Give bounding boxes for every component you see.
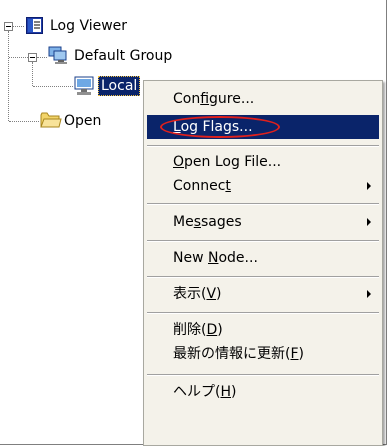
tree-item-log-viewer[interactable]: Log Viewer (50, 17, 127, 35)
highlight-circle (160, 116, 280, 138)
menu-item-log-flags[interactable]: Log Flags... (147, 115, 379, 139)
submenu-arrow-icon (367, 290, 371, 298)
submenu-arrow-icon (367, 182, 371, 190)
group-icon (48, 46, 70, 70)
root-collapse-toggle[interactable] (4, 22, 13, 31)
menu-item-connect[interactable]: Connect (147, 174, 379, 198)
menu-item-view[interactable]: 表示(V) (147, 282, 379, 306)
menu-item-messages[interactable]: Messages (147, 210, 379, 234)
menu-separator (147, 374, 379, 376)
menu-item-open-log-file[interactable]: Open Log File... (147, 150, 379, 174)
context-menu: Configure... Log Flags... Open Log File.… (143, 80, 383, 446)
log-viewer-icon (26, 17, 44, 39)
menu-separator (147, 240, 379, 242)
tree-item-local-label: Local (101, 78, 138, 94)
menu-separator (147, 203, 379, 205)
menu-separator (147, 145, 379, 147)
menu-item-refresh[interactable]: 最新の情報に更新(F) (147, 342, 379, 366)
menu-item-help[interactable]: ヘルプ(H) (147, 380, 379, 404)
menu-separator (147, 276, 379, 278)
group-collapse-toggle[interactable] (28, 53, 37, 62)
menu-item-configure[interactable]: Configure... (147, 87, 379, 111)
computer-icon (74, 76, 96, 100)
tree-item-open-folder[interactable]: Open (64, 112, 101, 130)
menu-separator (147, 312, 379, 314)
tree-item-default-group[interactable]: Default Group (74, 47, 172, 65)
menu-item-delete[interactable]: 削除(D) (147, 318, 379, 342)
menu-item-new-node[interactable]: New Node... (147, 246, 379, 270)
submenu-arrow-icon (367, 218, 371, 226)
tree-item-local-node[interactable]: Local (98, 76, 141, 96)
folder-icon (40, 111, 62, 133)
